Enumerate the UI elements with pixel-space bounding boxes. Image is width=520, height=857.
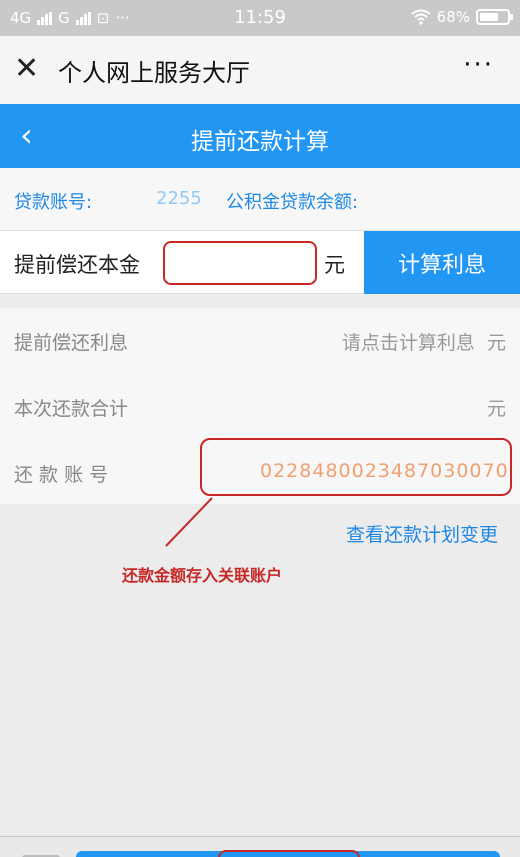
highlight-box xyxy=(218,850,360,857)
annotation-arrow xyxy=(165,497,213,547)
bottom-bar xyxy=(0,836,520,857)
annotation-text: 还款金额存入关联账户 xyxy=(122,566,283,585)
